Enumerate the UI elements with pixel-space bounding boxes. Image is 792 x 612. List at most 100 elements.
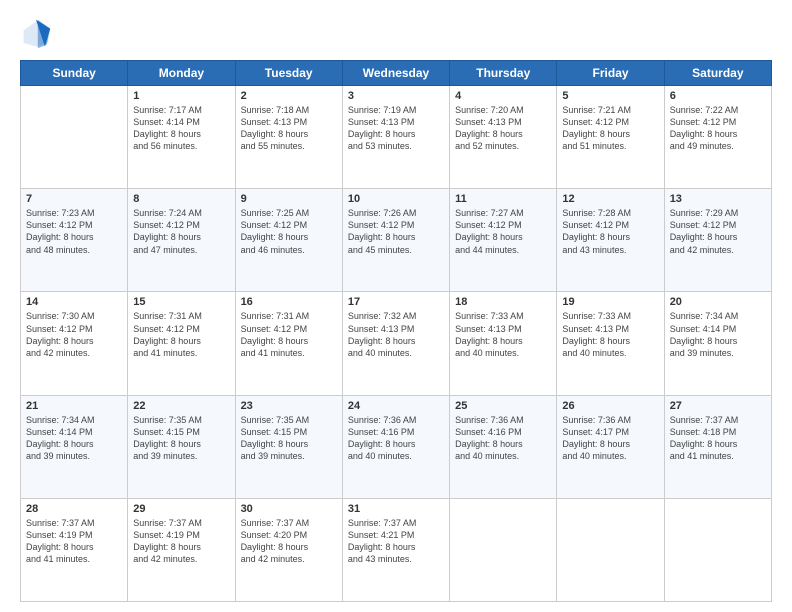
cell-info: Sunrise: 7:22 AMSunset: 4:12 PMDaylight:…	[670, 104, 766, 153]
cell-info: Sunrise: 7:31 AMSunset: 4:12 PMDaylight:…	[133, 310, 229, 359]
day-header-monday: Monday	[128, 61, 235, 86]
cell-info: Sunrise: 7:37 AMSunset: 4:20 PMDaylight:…	[241, 517, 337, 566]
cell-info: Sunrise: 7:18 AMSunset: 4:13 PMDaylight:…	[241, 104, 337, 153]
cell-info: Sunrise: 7:32 AMSunset: 4:13 PMDaylight:…	[348, 310, 444, 359]
day-number: 9	[241, 193, 337, 205]
cell-info: Sunrise: 7:17 AMSunset: 4:14 PMDaylight:…	[133, 104, 229, 153]
cell-info: Sunrise: 7:35 AMSunset: 4:15 PMDaylight:…	[241, 414, 337, 463]
cell-info: Sunrise: 7:27 AMSunset: 4:12 PMDaylight:…	[455, 207, 551, 256]
calendar-cell	[21, 86, 128, 189]
day-number: 25	[455, 400, 551, 412]
day-header-thursday: Thursday	[450, 61, 557, 86]
calendar-cell: 25 Sunrise: 7:36 AMSunset: 4:16 PMDayligh…	[450, 395, 557, 498]
cell-info: Sunrise: 7:20 AMSunset: 4:13 PMDaylight:…	[455, 104, 551, 153]
day-number: 30	[241, 503, 337, 515]
cell-info: Sunrise: 7:30 AMSunset: 4:12 PMDaylight:…	[26, 310, 122, 359]
day-number: 29	[133, 503, 229, 515]
cell-info: Sunrise: 7:36 AMSunset: 4:16 PMDaylight:…	[348, 414, 444, 463]
cell-info: Sunrise: 7:37 AMSunset: 4:21 PMDaylight:…	[348, 517, 444, 566]
cell-info: Sunrise: 7:37 AMSunset: 4:18 PMDaylight:…	[670, 414, 766, 463]
calendar-cell: 21 Sunrise: 7:34 AMSunset: 4:14 PMDayligh…	[21, 395, 128, 498]
calendar-cell: 16Sunrise: 7:31 AMSunset: 4:12 PMDayligh…	[235, 292, 342, 395]
cell-info: Sunrise: 7:35 AMSunset: 4:15 PMDaylight:…	[133, 414, 229, 463]
calendar-cell: 28 Sunrise: 7:37 AMSunset: 4:19 PMDayligh…	[21, 498, 128, 601]
day-header-friday: Friday	[557, 61, 664, 86]
day-number: 24	[348, 400, 444, 412]
day-number: 2	[241, 90, 337, 102]
day-number: 6	[670, 90, 766, 102]
calendar-header-row: SundayMondayTuesdayWednesdayThursdayFrid…	[21, 61, 772, 86]
calendar-cell: 2 Sunrise: 7:18 AMSunset: 4:13 PMDaylight…	[235, 86, 342, 189]
cell-info: Sunrise: 7:37 AMSunset: 4:19 PMDaylight:…	[26, 517, 122, 566]
cell-info: Sunrise: 7:36 AMSunset: 4:16 PMDaylight:…	[455, 414, 551, 463]
logo-icon	[20, 18, 52, 50]
day-number: 5	[562, 90, 658, 102]
day-header-wednesday: Wednesday	[342, 61, 449, 86]
calendar-cell: 30 Sunrise: 7:37 AMSunset: 4:20 PMDayligh…	[235, 498, 342, 601]
calendar-cell: 27 Sunrise: 7:37 AMSunset: 4:18 PMDayligh…	[664, 395, 771, 498]
calendar-cell: 1 Sunrise: 7:17 AMSunset: 4:14 PMDaylight…	[128, 86, 235, 189]
header	[20, 18, 772, 50]
day-number: 17	[348, 296, 444, 308]
cell-info: Sunrise: 7:23 AMSunset: 4:12 PMDaylight:…	[26, 207, 122, 256]
day-header-saturday: Saturday	[664, 61, 771, 86]
calendar-cell: 29 Sunrise: 7:37 AMSunset: 4:19 PMDayligh…	[128, 498, 235, 601]
day-number: 28	[26, 503, 122, 515]
calendar-cell: 19 Sunrise: 7:33 AMSunset: 4:13 PMDayligh…	[557, 292, 664, 395]
cell-info: Sunrise: 7:24 AMSunset: 4:12 PMDaylight:…	[133, 207, 229, 256]
calendar-cell: 7 Sunrise: 7:23 AMSunset: 4:12 PMDaylight…	[21, 189, 128, 292]
day-number: 31	[348, 503, 444, 515]
calendar-week-1: 1 Sunrise: 7:17 AMSunset: 4:14 PMDaylight…	[21, 86, 772, 189]
cell-info: Sunrise: 7:29 AMSunset: 4:12 PMDaylight:…	[670, 207, 766, 256]
calendar-cell	[664, 498, 771, 601]
day-number: 23	[241, 400, 337, 412]
day-number: 4	[455, 90, 551, 102]
cell-info: Sunrise: 7:26 AMSunset: 4:12 PMDaylight:…	[348, 207, 444, 256]
day-number: 26	[562, 400, 658, 412]
calendar-cell: 15 Sunrise: 7:31 AMSunset: 4:12 PMDayligh…	[128, 292, 235, 395]
day-number: 20	[670, 296, 766, 308]
calendar-cell: 3Sunrise: 7:19 AMSunset: 4:13 PMDaylight…	[342, 86, 449, 189]
day-number: 13	[670, 193, 766, 205]
day-number: 11	[455, 193, 551, 205]
day-number: 7	[26, 193, 122, 205]
calendar-cell: 5 Sunrise: 7:21 AMSunset: 4:12 PMDaylight…	[557, 86, 664, 189]
day-number: 1	[133, 90, 229, 102]
calendar-week-2: 7 Sunrise: 7:23 AMSunset: 4:12 PMDaylight…	[21, 189, 772, 292]
calendar-week-5: 28 Sunrise: 7:37 AMSunset: 4:19 PMDayligh…	[21, 498, 772, 601]
day-number: 3	[348, 90, 444, 102]
calendar-cell: 13 Sunrise: 7:29 AMSunset: 4:12 PMDayligh…	[664, 189, 771, 292]
day-number: 14	[26, 296, 122, 308]
cell-info: Sunrise: 7:36 AMSunset: 4:17 PMDaylight:…	[562, 414, 658, 463]
calendar-cell: 20 Sunrise: 7:34 AMSunset: 4:14 PMDayligh…	[664, 292, 771, 395]
cell-info: Sunrise: 7:31 AMSunset: 4:12 PMDaylight:…	[241, 310, 337, 359]
day-number: 19	[562, 296, 658, 308]
cell-info: Sunrise: 7:34 AMSunset: 4:14 PMDaylight:…	[26, 414, 122, 463]
calendar-cell: 8 Sunrise: 7:24 AMSunset: 4:12 PMDaylight…	[128, 189, 235, 292]
day-header-tuesday: Tuesday	[235, 61, 342, 86]
day-number: 22	[133, 400, 229, 412]
calendar-cell: 11 Sunrise: 7:27 AMSunset: 4:12 PMDayligh…	[450, 189, 557, 292]
cell-info: Sunrise: 7:34 AMSunset: 4:14 PMDaylight:…	[670, 310, 766, 359]
calendar-table: SundayMondayTuesdayWednesdayThursdayFrid…	[20, 60, 772, 602]
calendar-week-4: 21 Sunrise: 7:34 AMSunset: 4:14 PMDayligh…	[21, 395, 772, 498]
calendar-cell: 31 Sunrise: 7:37 AMSunset: 4:21 PMDayligh…	[342, 498, 449, 601]
calendar-cell: 10 Sunrise: 7:26 AMSunset: 4:12 PMDayligh…	[342, 189, 449, 292]
cell-info: Sunrise: 7:33 AMSunset: 4:13 PMDaylight:…	[455, 310, 551, 359]
day-number: 27	[670, 400, 766, 412]
day-number: 21	[26, 400, 122, 412]
logo	[20, 18, 56, 50]
cell-info: Sunrise: 7:37 AMSunset: 4:19 PMDaylight:…	[133, 517, 229, 566]
day-number: 12	[562, 193, 658, 205]
day-header-sunday: Sunday	[21, 61, 128, 86]
calendar-cell: 17 Sunrise: 7:32 AMSunset: 4:13 PMDayligh…	[342, 292, 449, 395]
calendar-cell	[557, 498, 664, 601]
calendar-cell: 22 Sunrise: 7:35 AMSunset: 4:15 PMDayligh…	[128, 395, 235, 498]
cell-info: Sunrise: 7:21 AMSunset: 4:12 PMDaylight:…	[562, 104, 658, 153]
calendar-cell: 14 Sunrise: 7:30 AMSunset: 4:12 PMDayligh…	[21, 292, 128, 395]
day-number: 8	[133, 193, 229, 205]
cell-info: Sunrise: 7:33 AMSunset: 4:13 PMDaylight:…	[562, 310, 658, 359]
day-number: 15	[133, 296, 229, 308]
day-number: 10	[348, 193, 444, 205]
calendar-week-3: 14 Sunrise: 7:30 AMSunset: 4:12 PMDayligh…	[21, 292, 772, 395]
